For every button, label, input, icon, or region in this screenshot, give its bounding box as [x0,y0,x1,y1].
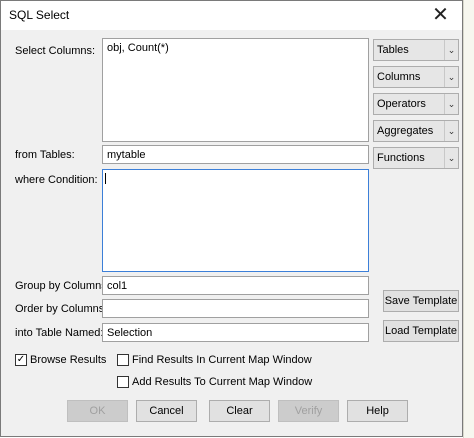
ok-button[interactable]: OK [67,400,128,422]
group-by-label: Group by Columns: [15,280,110,292]
title-bar: SQL Select ✕ [1,1,462,30]
clear-button[interactable]: Clear [209,400,270,422]
columns-dropdown-label: Columns [377,71,421,83]
chevron-down-icon: ⌄ [444,67,458,87]
background-map-edge [463,0,474,438]
aggregates-dropdown-label: Aggregates [377,125,434,137]
window-title: SQL Select [9,8,70,22]
functions-dropdown-label: Functions [377,152,425,164]
find-results-checkbox[interactable] [117,354,129,366]
help-button[interactable]: Help [347,400,408,422]
text-cursor [105,173,106,184]
tables-dropdown-label: Tables [377,44,409,56]
select-columns-field[interactable]: obj, Count(*) [102,38,369,142]
where-condition-label: where Condition: [15,174,98,186]
into-table-label: into Table Named: [15,327,104,339]
close-icon[interactable]: ✕ [419,1,462,30]
add-results-checkbox[interactable] [117,376,129,388]
from-tables-field[interactable]: mytable [102,145,369,164]
add-results-label: Add Results To Current Map Window [132,376,313,388]
from-tables-label: from Tables: [15,149,75,161]
save-template-button[interactable]: Save Template [383,290,459,312]
sql-select-dialog: SQL Select ✕ Select Columns: from Tables… [0,0,463,437]
chevron-down-icon: ⌄ [444,148,458,168]
order-by-label: Order by Columns: [15,303,108,315]
chevron-down-icon: ⌄ [444,40,458,60]
chevron-down-icon: ⌄ [444,94,458,114]
functions-dropdown[interactable]: Functions ⌄ [373,147,459,169]
operators-dropdown[interactable]: Operators ⌄ [373,93,459,115]
cancel-button[interactable]: Cancel [136,400,197,422]
browse-results-checkbox[interactable]: ✓ [15,354,27,366]
into-table-field[interactable]: Selection [102,323,369,342]
group-by-field[interactable]: col1 [102,276,369,295]
load-template-button[interactable]: Load Template [383,320,459,342]
browse-results-label: Browse Results [30,354,107,366]
verify-button[interactable]: Verify [278,400,339,422]
find-results-label: Find Results In Current Map Window [132,354,312,366]
order-by-field[interactable] [102,299,369,318]
chevron-down-icon: ⌄ [444,121,458,141]
select-columns-label: Select Columns: [15,45,96,57]
operators-dropdown-label: Operators [377,98,426,110]
where-condition-field[interactable] [102,169,369,272]
tables-dropdown[interactable]: Tables ⌄ [373,39,459,61]
columns-dropdown[interactable]: Columns ⌄ [373,66,459,88]
aggregates-dropdown[interactable]: Aggregates ⌄ [373,120,459,142]
